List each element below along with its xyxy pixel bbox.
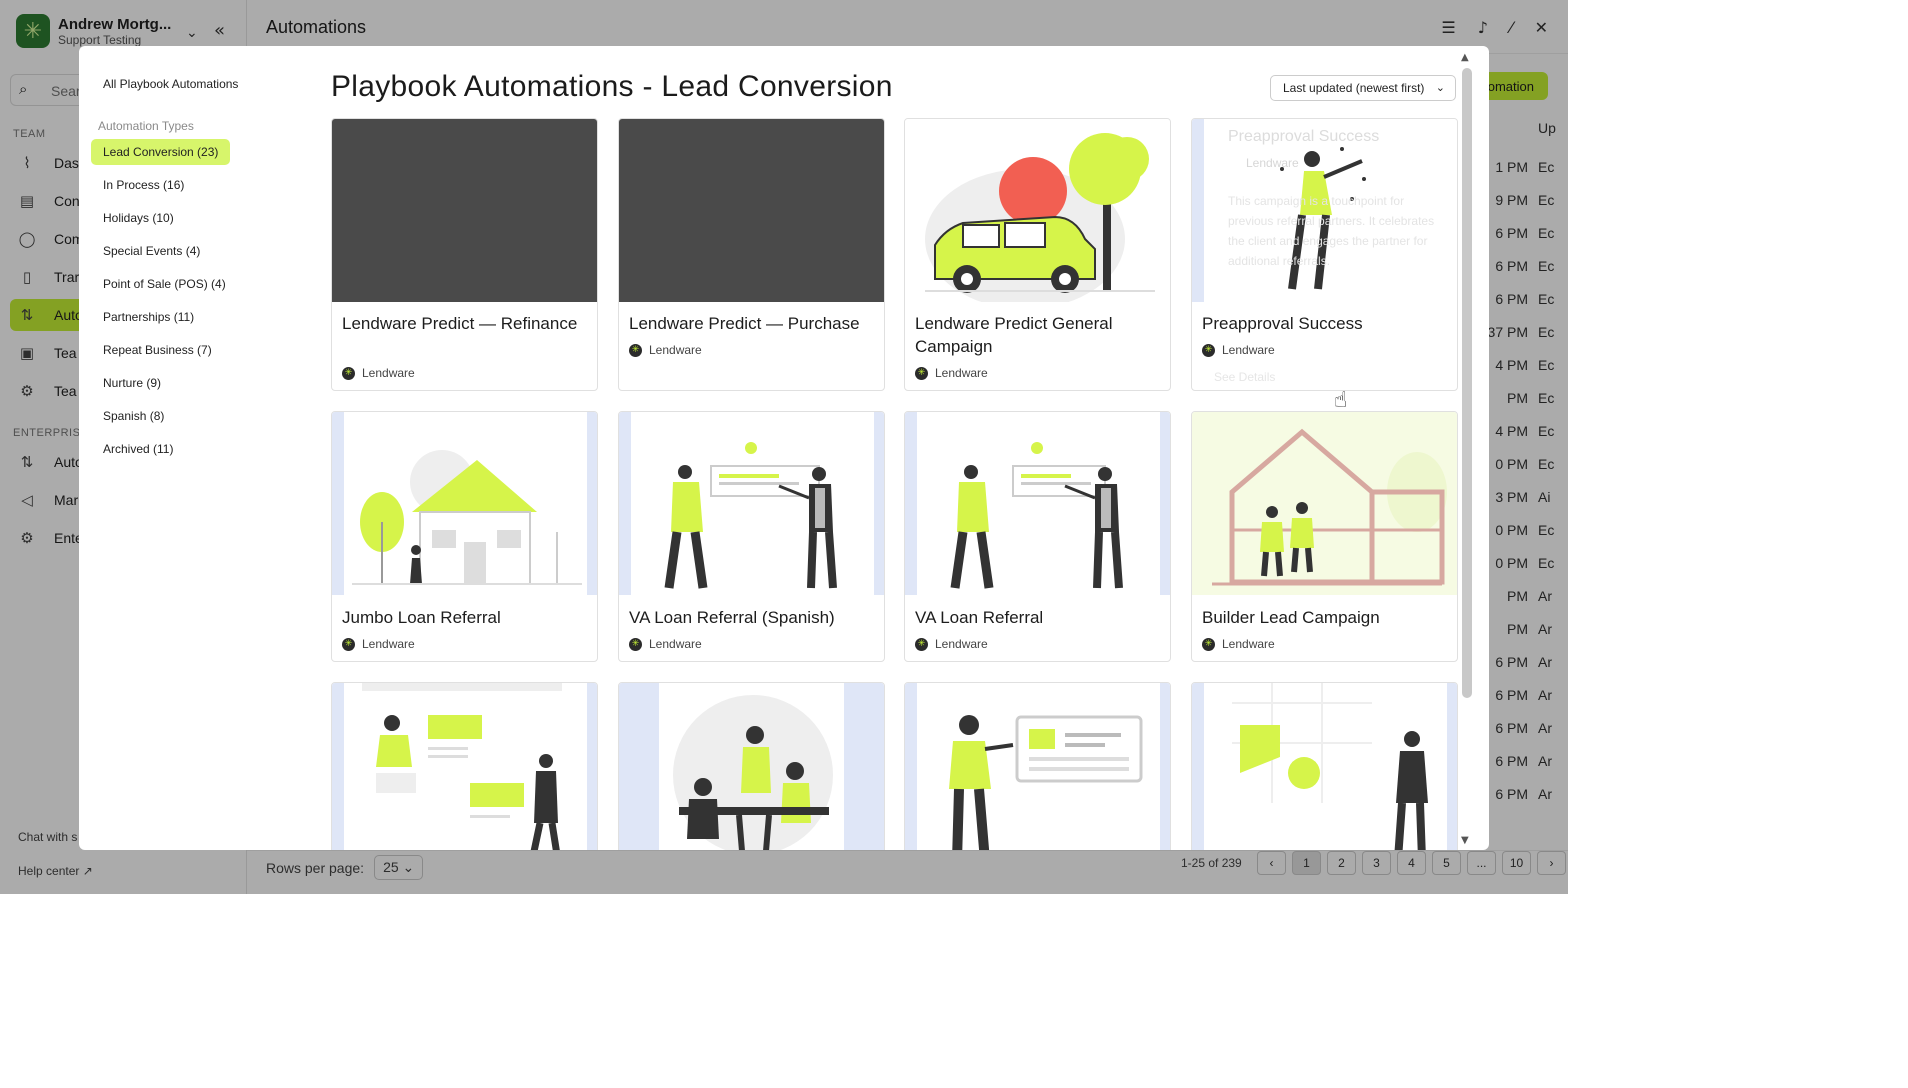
card-title: Builder Lead Campaign [1202,608,1380,627]
scroll-down-arrow[interactable]: ▼ [1461,835,1469,846]
card-thumbnail [619,119,884,302]
modal-sidebar: All Playbook Automations Automation Type… [79,46,309,850]
hover-title: Preapproval Success [1228,128,1380,145]
automation-card[interactable]: VA Loan Referral (Spanish) ✳ Lendware [618,411,885,662]
car-illustration [905,119,1170,302]
automation-card[interactable]: Builder Lead Campaign ✳ Lendware [1191,411,1458,662]
automation-card[interactable] [618,682,885,850]
card-title: Lendware Predict — Refinance [342,314,578,333]
hover-description: This campaign is a touchpoint for previo… [1228,194,1435,268]
modal-scrollbar[interactable]: ▲ ▼ [1461,52,1473,846]
builder-illustration [1192,412,1457,595]
presentation-illustration [905,412,1170,595]
all-playbook-automations-link[interactable]: All Playbook Automations [103,77,238,91]
sort-select[interactable]: Last updated (newest first) ⌄ [1270,75,1456,101]
card-title: Preapproval Success [1202,314,1363,333]
card-title: Jumbo Loan Referral [342,608,501,627]
card-author: ✳ Lendware [1202,637,1275,651]
chevron-down-icon: ⌄ [1435,81,1445,94]
lendware-logo-icon: ✳ [342,637,355,651]
modal-title: Playbook Automations - Lead Conversion [331,70,893,103]
category-point-of-sale[interactable]: Point of Sale (POS) (4) [91,271,238,297]
lendware-logo-icon: ✳ [1202,343,1215,357]
lendware-logo-icon: ✳ [342,366,355,380]
see-details-button[interactable]: See Details [1214,367,1275,387]
card-author: ✳ Lendware [342,366,415,380]
card-title: Lendware Predict General Campaign [915,314,1113,356]
scroll-up-arrow[interactable]: ▲ [1461,52,1469,63]
hand-cursor-icon: ☝ [1334,388,1348,413]
chat-illustration [332,683,597,850]
automation-card-hovered[interactable]: Preapproval Success Lendware This campai… [1191,118,1458,391]
category-nurture[interactable]: Nurture (9) [91,370,173,396]
category-partnerships[interactable]: Partnerships (11) [91,304,206,330]
automation-card[interactable]: Lendware Predict — Refinance ✳ Lendware [331,118,598,391]
automation-card[interactable] [1191,682,1458,850]
category-in-process[interactable]: In Process (16) [91,172,196,198]
lendware-logo-icon: ✳ [629,637,642,651]
category-lead-conversion[interactable]: Lead Conversion (23) [91,139,231,165]
category-spanish[interactable]: Spanish (8) [91,403,176,429]
card-title: VA Loan Referral [915,608,1044,627]
meeting-illustration [619,683,884,850]
playbook-modal: All Playbook Automations Automation Type… [79,46,1489,850]
category-archived[interactable]: Archived (11) [91,436,185,462]
card-thumbnail [332,119,597,302]
automation-card[interactable] [904,682,1171,850]
automation-card[interactable]: Lendware Predict General Campaign ✳ Lendw… [904,118,1171,391]
lendware-logo-icon: ✳ [915,366,928,380]
category-special-events[interactable]: Special Events (4) [91,238,212,264]
hover-description-overlay: Preapproval Success Lendware This campai… [1214,127,1452,384]
card-author: ✳ Lendware [915,637,988,651]
automation-card[interactable] [331,682,598,850]
category-holidays[interactable]: Holidays (10) [91,205,186,231]
lendware-logo-icon: ✳ [915,637,928,651]
automation-types-header: Automation Types [98,119,194,133]
card-author: ✳ Lendware [629,637,702,651]
automation-card[interactable]: Jumbo Loan Referral ✳ Lendware [331,411,598,662]
card-title: VA Loan Referral (Spanish) [629,608,835,627]
card-author: ✳ Lendware [342,637,415,651]
presentation-illustration [619,412,884,595]
automation-card[interactable]: Lendware Predict — Purchase ✳ Lendware [618,118,885,391]
business-illustration [1192,683,1457,850]
automation-card[interactable]: VA Loan Referral ✳ Lendware [904,411,1171,662]
card-author: ✳ Lendware [629,343,702,357]
profile-card-illustration [905,683,1170,850]
lendware-logo-icon: ✳ [1202,637,1215,651]
card-author: ✳ Lendware [915,366,988,380]
lendware-logo-icon: ✳ [629,343,642,357]
category-repeat-business[interactable]: Repeat Business (7) [91,337,224,363]
scroll-thumb[interactable] [1462,68,1472,698]
card-author: ✳ Lendware [1202,343,1275,357]
hover-author: Lendware [1246,156,1299,170]
card-title: Lendware Predict — Purchase [629,314,860,333]
house-illustration [332,412,597,595]
